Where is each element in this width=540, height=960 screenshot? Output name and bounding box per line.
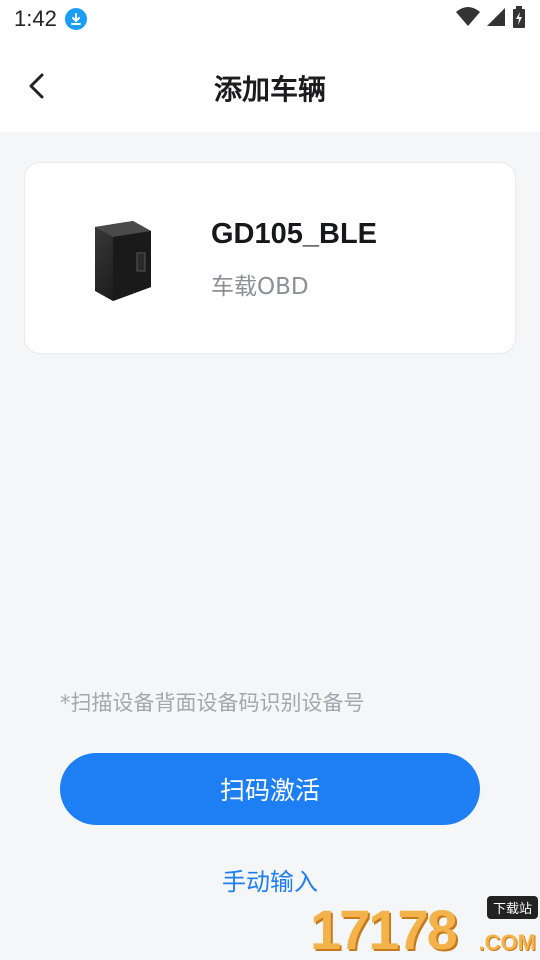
wifi-icon: [456, 7, 480, 31]
app-header: 添加车辆: [0, 38, 540, 132]
device-name: GD105_BLE: [211, 218, 378, 250]
page-title: 添加车辆: [213, 73, 326, 106]
screen: 1:42 添加车辆 GD105_BLE 车载OBD *扫描设备背面设备码识别设备…: [0, 0, 540, 960]
site-watermark: 17178 下载站 .COM: [310, 894, 540, 960]
scan-hint-text: *扫描设备背面设备码识别设备号: [60, 691, 365, 715]
obd-device-image: [81, 209, 159, 309]
status-icons: [456, 6, 526, 32]
status-time: 1:42: [14, 6, 57, 31]
status-bar: 1:42: [0, 0, 540, 38]
download-notification-icon: [64, 8, 87, 30]
manual-input-link[interactable]: 手动输入: [0, 862, 540, 897]
watermark-badge: 下载站: [486, 896, 538, 919]
cellular-signal-icon: [486, 7, 506, 31]
watermark-suffix: .COM: [478, 930, 536, 955]
battery-charging-icon: [512, 6, 526, 32]
device-card[interactable]: GD105_BLE 车载OBD: [24, 162, 516, 354]
scan-activate-button[interactable]: 扫码激活: [60, 753, 480, 825]
watermark-digits: 17178: [310, 898, 458, 960]
device-type: 车载OBD: [211, 274, 309, 300]
